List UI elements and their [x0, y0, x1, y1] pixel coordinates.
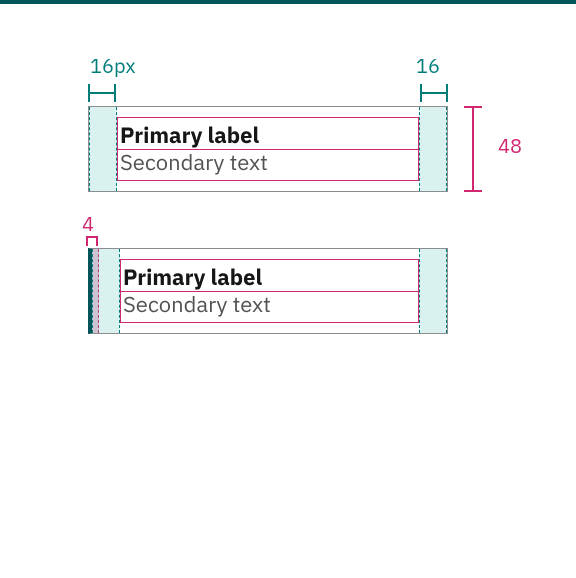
annotation-padding-left: 16px [90, 56, 136, 76]
dimension-row-height [464, 106, 482, 192]
spec-canvas: 16px 16 48 4 Primary label Secondary tex… [0, 4, 576, 578]
tile-default[interactable]: Primary label Secondary text [88, 106, 448, 192]
padding-region-right [419, 249, 447, 333]
tile-secondary-text: Secondary text [123, 291, 416, 319]
tile-text-divider [117, 149, 419, 150]
dimension-indicator-width [86, 236, 98, 246]
padding-region-left [92, 249, 120, 333]
annotation-padding-right: 16 [416, 56, 440, 76]
tile-secondary-text: Secondary text [120, 149, 416, 177]
annotation-indicator-width: 4 [82, 214, 94, 234]
padding-region-left [89, 107, 117, 191]
tile-primary-label: Primary label [123, 264, 416, 292]
annotation-row-height: 48 [498, 136, 522, 156]
tile-text-divider [120, 291, 419, 292]
tile-selected[interactable]: Primary label Secondary text [88, 248, 448, 334]
tile-primary-label: Primary label [120, 122, 416, 150]
padding-region-right [419, 107, 447, 191]
